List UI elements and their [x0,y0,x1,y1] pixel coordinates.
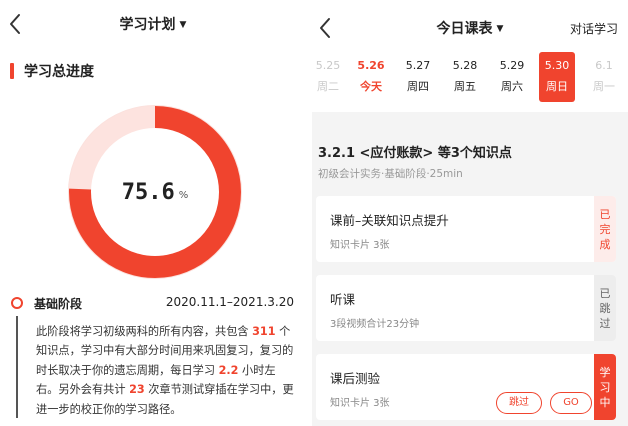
day-weekday: 周一 [593,80,615,93]
progress-value: 75.6 [121,179,175,205]
go-button[interactable]: GO [550,392,592,414]
task-subtitle: 知识卡片 3张 [330,398,390,409]
progress-readout: 75.6 % [65,102,245,282]
task-title: 课后测验 [330,371,381,386]
lesson-subtitle: 初级会计实务·基础阶段·25min [318,168,463,180]
day-weekday: 周二 [317,80,339,93]
day-tab[interactable]: 5.28 周五 [447,52,483,102]
caret-down-icon: ▼ [496,24,504,34]
knowledge-count: 311 [252,325,276,338]
stage-dot-icon [11,297,23,309]
day-date: 5.28 [452,59,478,72]
day-date: 5.27 [405,59,431,72]
daily-hours: 2.2 [218,363,239,377]
section-accent-bar [10,63,14,79]
section-header: 学习总进度 [10,62,94,80]
progress-unit: % [178,189,189,201]
day-weekday: 周四 [407,80,429,93]
day-weekday: 周五 [454,80,476,93]
stage-name: 基础阶段 [34,297,83,311]
page-title[interactable]: 学习计划 ▼ [0,14,306,34]
day-tab[interactable]: 5.27 周四 [400,52,436,102]
day-tab[interactable]: 5.26 今天 [353,52,389,102]
status-badge-learning: 学习中 [594,354,616,420]
day-weekday: 周日 [546,80,568,93]
status-text: 已完成 [599,207,611,251]
stage-description: 此阶段将学习初级两科的所有内容，共包含 311 个知识点，学习中有大部分时间用来… [36,322,296,419]
day-tab[interactable]: 5.29 周六 [494,52,530,102]
day-weekday: 周六 [501,80,523,93]
day-date: 5.26 [357,59,385,72]
today-schedule-panel: 今日课表 ▼ 对话学习 5.25 周二 5.26 今天 5.27 周四 5.28 周五 5… [312,0,628,426]
task-subtitle: 知识卡片 3张 [330,240,390,251]
day-date: 5.29 [499,59,525,72]
lesson-title: 3.2.1 <应付账款> 等3个知识点 [318,146,512,161]
caret-down-icon: ▼ [179,20,187,30]
day-date: 5.25 [315,59,341,72]
task-card-lecture[interactable]: 听课 3段视频合计23分钟 已跳过 [316,275,616,341]
day-weekday: 今天 [360,80,382,93]
status-text: 学习中 [599,365,611,409]
day-tab[interactable]: 5.25 周二 [310,52,346,102]
status-badge-done: 已完成 [594,196,616,262]
desc-part: 此阶段将学习初级两科的所有内容，共包含 [36,325,249,338]
task-title: 听课 [330,292,356,307]
day-tab[interactable]: 5.30 周日 [539,52,575,102]
day-tab[interactable]: 6.1 周一 [586,52,622,102]
dialog-study-link[interactable]: 对话学习 [570,20,618,37]
page-title-text: 今日课表 [436,21,493,37]
test-count: 23 [129,383,145,397]
stage-timeline-line [16,316,18,418]
day-date: 6.1 [595,59,613,72]
task-card-prestudy[interactable]: 课前–关联知识点提升 知识卡片 3张 已完成 [316,196,616,262]
page-title-text: 学习计划 [119,17,176,33]
study-plan-panel: 学习计划 ▼ 学习总进度 75.6 % 基础阶段 2020.11.1–2021.3… [0,0,306,426]
day-date: 5.30 [544,59,570,72]
date-strip: 5.25 周二 5.26 今天 5.27 周四 5.28 周五 5.29 周六 5.30 周… [312,52,628,102]
status-text: 已跳过 [599,286,611,330]
stage-date-range: 2020.11.1–2021.3.20 [165,295,294,309]
task-card-quiz[interactable]: 课后测验 知识卡片 3张 跳过 GO 学习中 [316,354,616,420]
task-title: 课前–关联知识点提升 [330,213,449,228]
section-title: 学习总进度 [24,64,94,80]
progress-ring: 75.6 % [65,102,245,282]
skip-button[interactable]: 跳过 [496,392,542,414]
task-subtitle: 3段视频合计23分钟 [330,319,420,330]
status-badge-skipped: 已跳过 [594,275,616,341]
